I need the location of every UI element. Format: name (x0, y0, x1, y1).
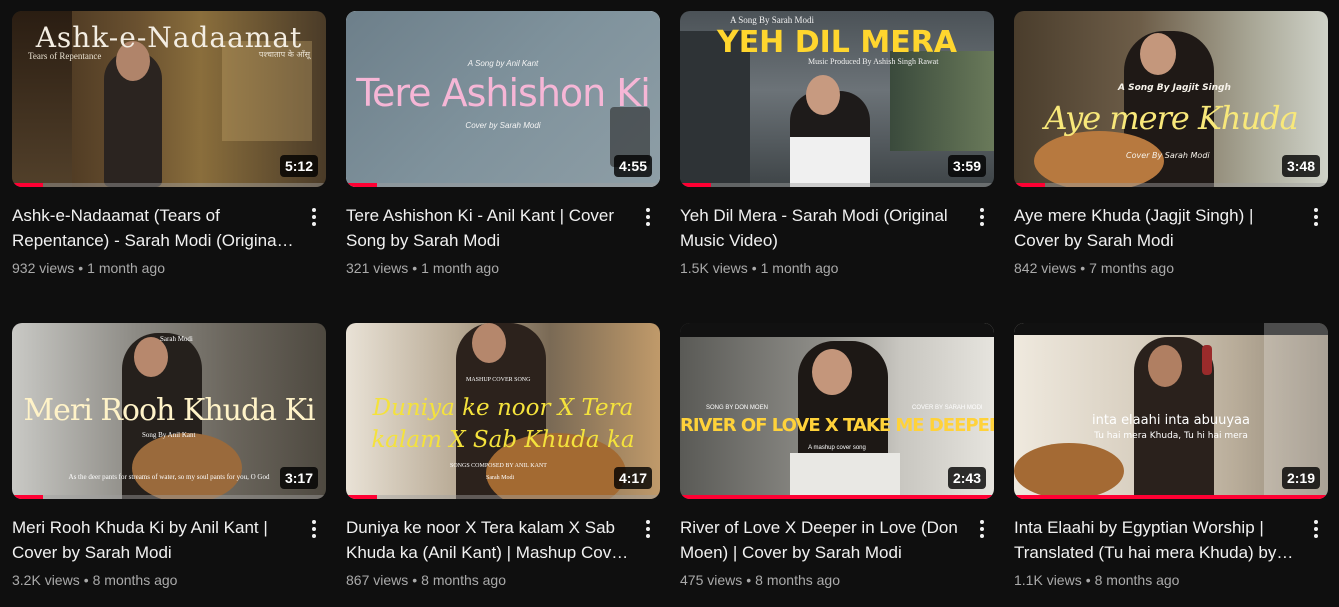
thumbnail-subtitle-hindi: पश्चाताप के आँसू (258, 50, 310, 59)
thumbnail-top-text: A Song by Anil Kant (467, 59, 539, 68)
thumbnail-top-text: MASHUP COVER SONG (466, 377, 531, 383)
video-stats: 1.5K views • 1 month ago (680, 260, 839, 276)
video-grid: Ashk-e-Nadaamat Tears of Repentance पश्च… (0, 0, 1339, 607)
upload-age: 8 months ago (92, 572, 178, 588)
view-count: 3.2K views (12, 572, 80, 588)
view-count: 867 views (346, 572, 409, 588)
video-title[interactable]: Inta Elaahi by Egyptian Worship | Transl… (1014, 515, 1298, 565)
upload-age: 7 months ago (1089, 260, 1175, 276)
thumbnail-title: Duniya ke noor X Tera (372, 395, 634, 421)
video-stats: 932 views • 1 month ago (12, 260, 166, 276)
thumbnail-credit: Sarah Modi (486, 475, 515, 481)
video-stats: 867 views • 8 months ago (346, 572, 507, 588)
video-thumbnail[interactable]: MASHUP COVER SONG Duniya ke noor X Tera … (346, 323, 660, 499)
more-options-icon[interactable] (638, 517, 658, 541)
video-thumbnail[interactable]: A Song By Sarah Modi YEH DIL MERA Music … (680, 11, 994, 187)
upload-age: 8 months ago (421, 572, 507, 588)
more-options-icon[interactable] (972, 205, 992, 229)
duration-badge: 3:59 (947, 155, 986, 177)
thumbnail-top-text: A Song By Jagjit Singh (1118, 83, 1231, 93)
video-stats: 475 views • 8 months ago (680, 572, 841, 588)
video-title[interactable]: Meri Rooh Khuda Ki by Anil Kant | Cover … (12, 515, 296, 565)
upload-age: 1 month ago (760, 260, 839, 276)
duration-badge: 4:17 (613, 467, 652, 489)
video-title[interactable]: Tere Ashishon Ki - Anil Kant | Cover Son… (346, 203, 630, 253)
thumbnail-title: inta elaahi inta abuuyaa (1092, 413, 1250, 428)
video-title[interactable]: River of Love X Deeper in Love (Don Moen… (680, 515, 964, 565)
video-title[interactable]: Yeh Dil Mera - Sarah Modi (Original Musi… (680, 203, 964, 253)
thumbnail-bottom-text: Cover by Sarah Modi (465, 121, 541, 130)
video-thumbnail[interactable]: Sarah Modi Meri Rooh Khuda Ki Song By An… (12, 323, 326, 499)
thumbnail-subtitle: Song By Anil Kant (142, 431, 196, 439)
video-card: SONG BY DON MOEN COVER BY SARAH MODI RIV… (680, 323, 994, 590)
video-stats: 321 views • 1 month ago (346, 260, 500, 276)
video-card: A Song By Sarah Modi YEH DIL MERA Music … (680, 11, 994, 278)
video-stats: 3.2K views • 8 months ago (12, 572, 178, 588)
video-card: Ashk-e-Nadaamat Tears of Repentance पश्च… (12, 11, 326, 278)
thumbnail-subtitle: Tears of Repentance (28, 51, 102, 61)
thumbnail-bottom-text: Music Produced By Ashish Singh Rawat (808, 57, 939, 66)
upload-age: 1 month ago (421, 260, 500, 276)
duration-badge: 3:17 (279, 467, 318, 489)
thumbnail-bottom-text: As the deer pants for streams of water, … (68, 473, 270, 481)
video-card: MASHUP COVER SONG Duniya ke noor X Tera … (346, 323, 660, 590)
video-card: Sarah Modi Meri Rooh Khuda Ki Song By An… (12, 323, 326, 590)
video-title[interactable]: Aye mere Khuda (Jagjit Singh) | Cover by… (1014, 203, 1298, 253)
duration-badge: 4:55 (613, 155, 652, 177)
thumbnail-title: Meri Rooh Khuda Ki (23, 393, 315, 428)
thumbnail-top-text: Sarah Modi (160, 335, 193, 343)
more-options-icon[interactable] (304, 517, 324, 541)
video-thumbnail[interactable]: SONG BY DON MOEN COVER BY SARAH MODI RIV… (680, 323, 994, 499)
thumbnail-bottom-text: A mashup cover song (808, 445, 866, 451)
video-title[interactable]: Duniya ke noor X Tera kalam X Sab Khuda … (346, 515, 630, 565)
thumbnail-top-right-text: COVER BY SARAH MODI (912, 405, 983, 411)
thumbnail-title: Tere Ashishon Ki (356, 71, 651, 115)
thumbnail-bottom-text: Tu hai mera Khuda, Tu hi hai mera (1094, 431, 1248, 441)
thumbnail-title-line2: kalam X Sab Khuda ka (371, 427, 635, 453)
view-count: 1.1K views (1014, 572, 1082, 588)
view-count: 1.5K views (680, 260, 748, 276)
more-options-icon[interactable] (304, 205, 324, 229)
upload-age: 8 months ago (1094, 572, 1180, 588)
thumbnail-title: Aye mere Khuda (1044, 99, 1298, 137)
thumbnail-bottom-text: SONGS COMPOSED BY ANIL KANT (450, 463, 547, 469)
video-thumbnail[interactable]: A Song by Anil Kant Tere Ashishon Ki Cov… (346, 11, 660, 187)
video-stats: 1.1K views • 8 months ago (1014, 572, 1180, 588)
thumbnail-title: YEH DIL MERA (716, 25, 958, 60)
video-stats: 842 views • 7 months ago (1014, 260, 1175, 276)
more-options-icon[interactable] (1306, 517, 1326, 541)
video-title[interactable]: Ashk-e-Nadaamat (Tears of Repentance) - … (12, 203, 296, 253)
duration-badge: 3:48 (1281, 155, 1320, 177)
duration-badge: 2:43 (947, 467, 986, 489)
more-options-icon[interactable] (1306, 205, 1326, 229)
thumbnail-top-text: A Song By Sarah Modi (730, 15, 815, 25)
thumbnail-bottom-text: Cover By Sarah Modi (1126, 151, 1210, 160)
thumbnail-image (1014, 323, 1328, 499)
more-options-icon[interactable] (638, 205, 658, 229)
duration-badge: 2:19 (1281, 467, 1320, 489)
video-thumbnail[interactable]: Ashk-e-Nadaamat Tears of Repentance पश्च… (12, 11, 326, 187)
video-card: A Song by Anil Kant Tere Ashishon Ki Cov… (346, 11, 660, 278)
view-count: 321 views (346, 260, 409, 276)
video-thumbnail[interactable]: inta elaahi inta abuuyaa Tu hai mera Khu… (1014, 323, 1328, 499)
video-card: inta elaahi inta abuuyaa Tu hai mera Khu… (1014, 323, 1328, 590)
duration-badge: 5:12 (279, 155, 318, 177)
thumbnail-image (680, 323, 994, 499)
view-count: 932 views (12, 260, 75, 276)
upload-age: 8 months ago (755, 572, 841, 588)
view-count: 475 views (680, 572, 743, 588)
thumbnail-title: RIVER OF LOVE X TAKE ME DEEPER (680, 415, 994, 436)
thumbnail-top-left-text: SONG BY DON MOEN (706, 405, 768, 411)
view-count: 842 views (1014, 260, 1077, 276)
upload-age: 1 month ago (87, 260, 166, 276)
more-options-icon[interactable] (972, 517, 992, 541)
video-thumbnail[interactable]: A Song By Jagjit Singh Aye mere Khuda Co… (1014, 11, 1328, 187)
video-card: A Song By Jagjit Singh Aye mere Khuda Co… (1014, 11, 1328, 278)
